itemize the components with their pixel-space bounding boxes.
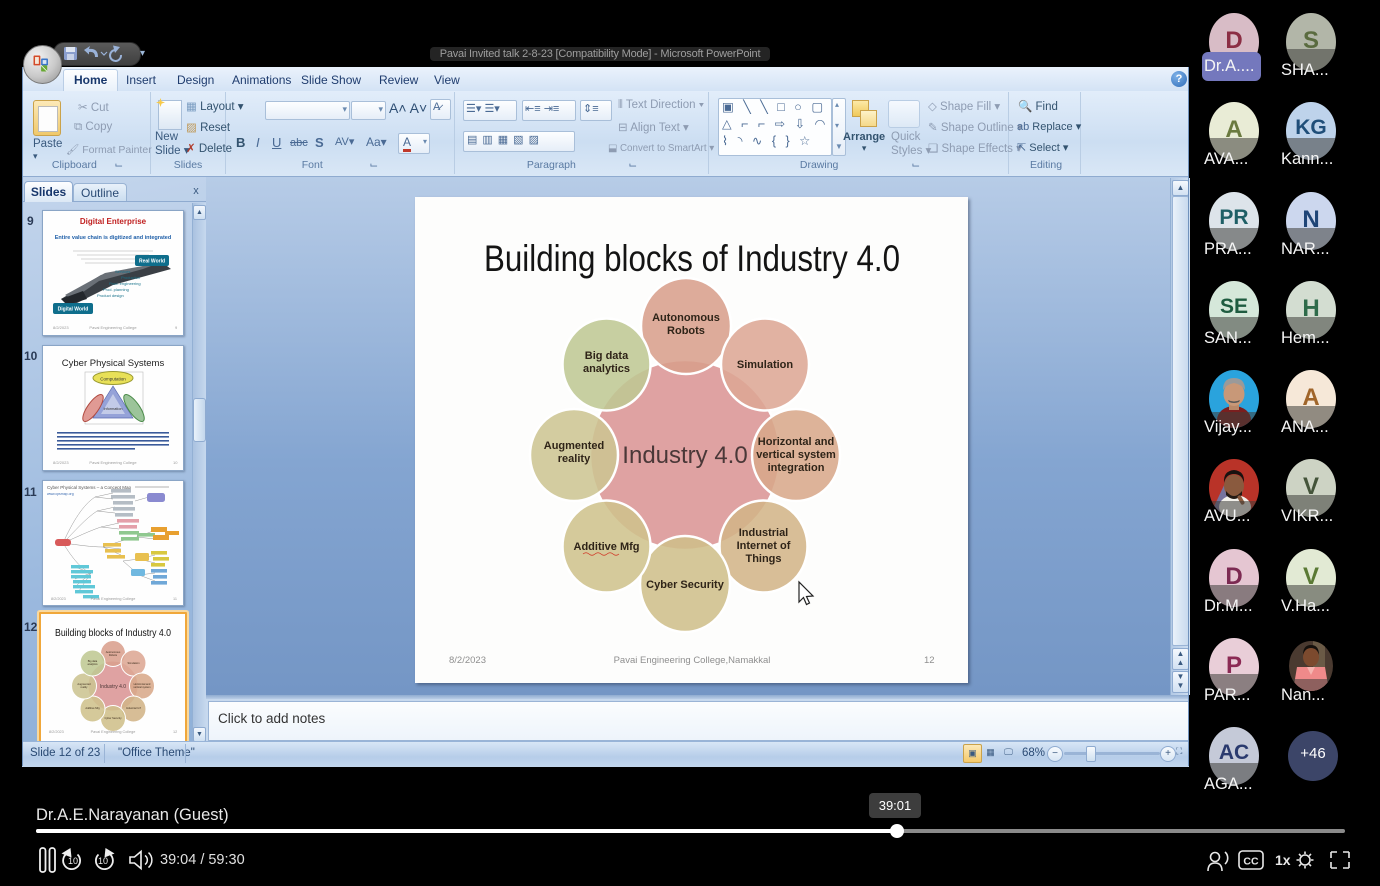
svg-text:Internet of: Internet of bbox=[737, 540, 791, 552]
svg-text:12: 12 bbox=[173, 730, 177, 734]
svg-text:11: 11 bbox=[173, 597, 177, 601]
svg-text:Big data: Big data bbox=[585, 350, 629, 362]
svg-text:Industry 4.0: Industry 4.0 bbox=[622, 442, 747, 469]
svg-text:1x: 1x bbox=[1275, 852, 1291, 868]
svg-text:8/2/2023: 8/2/2023 bbox=[449, 655, 486, 666]
svg-text:Services: Services bbox=[115, 269, 130, 274]
svg-text:Things: Things bbox=[745, 553, 781, 565]
svg-text:integration: integration bbox=[768, 462, 825, 474]
svg-text:vertical system: vertical system bbox=[756, 449, 836, 461]
svg-text:10: 10 bbox=[173, 460, 178, 465]
svg-text:Prod. engineering: Prod. engineering bbox=[109, 281, 141, 286]
svg-text:www.cpsmap.org: www.cpsmap.org bbox=[47, 492, 74, 496]
svg-text:Additive Mfg: Additive Mfg bbox=[574, 541, 640, 553]
svg-text:Additive Mfg: Additive Mfg bbox=[85, 706, 100, 710]
svg-text:reality: reality bbox=[558, 453, 591, 465]
svg-text:Pavai Engineering College,Nama: Pavai Engineering College,Namakkal bbox=[614, 655, 771, 666]
svg-text:Pavai Engineering College: Pavai Engineering College bbox=[89, 325, 137, 330]
svg-text:reality: reality bbox=[81, 685, 89, 689]
svg-text:Cyber Security: Cyber Security bbox=[104, 716, 122, 720]
svg-text:9: 9 bbox=[175, 325, 178, 330]
svg-text:CC: CC bbox=[1243, 856, 1259, 868]
svg-text:Production: Production bbox=[121, 275, 140, 280]
svg-text:Building blocks of Industry 4.: Building blocks of Industry 4.0 bbox=[55, 628, 171, 639]
svg-text:Simulation: Simulation bbox=[737, 359, 794, 371]
svg-text:vertical system: vertical system bbox=[133, 685, 150, 689]
svg-text:10: 10 bbox=[98, 856, 108, 866]
svg-text:Horizontal and: Horizontal and bbox=[758, 436, 834, 448]
svg-text:8/2/2023: 8/2/2023 bbox=[53, 325, 69, 330]
svg-text:8/2/2023: 8/2/2023 bbox=[51, 597, 66, 601]
svg-text:Cyber Security: Cyber Security bbox=[646, 579, 725, 591]
svg-text:Pavai Engineering College: Pavai Engineering College bbox=[91, 730, 136, 734]
svg-text:Simulation: Simulation bbox=[127, 661, 140, 665]
svg-text:Robots: Robots bbox=[667, 325, 705, 337]
svg-text:8/2/2023: 8/2/2023 bbox=[49, 730, 64, 734]
svg-text:Augmented: Augmented bbox=[544, 440, 605, 452]
svg-text:Prod. planning: Prod. planning bbox=[103, 287, 129, 292]
svg-text:Product design: Product design bbox=[97, 293, 124, 298]
svg-text:Pavai Engineering College: Pavai Engineering College bbox=[91, 597, 136, 601]
svg-text:12: 12 bbox=[924, 655, 935, 666]
svg-text:Pavai Engineering College: Pavai Engineering College bbox=[89, 460, 137, 465]
svg-text:Real World: Real World bbox=[139, 259, 165, 265]
svg-text:Computation: Computation bbox=[100, 377, 126, 382]
svg-text:Robots: Robots bbox=[109, 653, 118, 657]
svg-text:Building blocks of Industry 4.: Building blocks of Industry 4.0 bbox=[484, 238, 900, 279]
svg-text:Information: Information bbox=[104, 407, 123, 411]
svg-text:analytics: analytics bbox=[583, 363, 630, 375]
svg-text:Industrial: Industrial bbox=[739, 527, 789, 539]
svg-text:Autonomous: Autonomous bbox=[652, 312, 720, 324]
svg-text:Industrial IoT: Industrial IoT bbox=[126, 706, 141, 710]
svg-text:Digital World: Digital World bbox=[58, 307, 89, 313]
svg-text:10: 10 bbox=[68, 856, 78, 866]
svg-text:analytics: analytics bbox=[87, 662, 98, 666]
svg-text:Industry 4.0: Industry 4.0 bbox=[100, 684, 126, 690]
svg-text:8/2/2023: 8/2/2023 bbox=[53, 460, 69, 465]
svg-text:Cyber Physical Systems: Cyber Physical Systems bbox=[62, 358, 165, 369]
